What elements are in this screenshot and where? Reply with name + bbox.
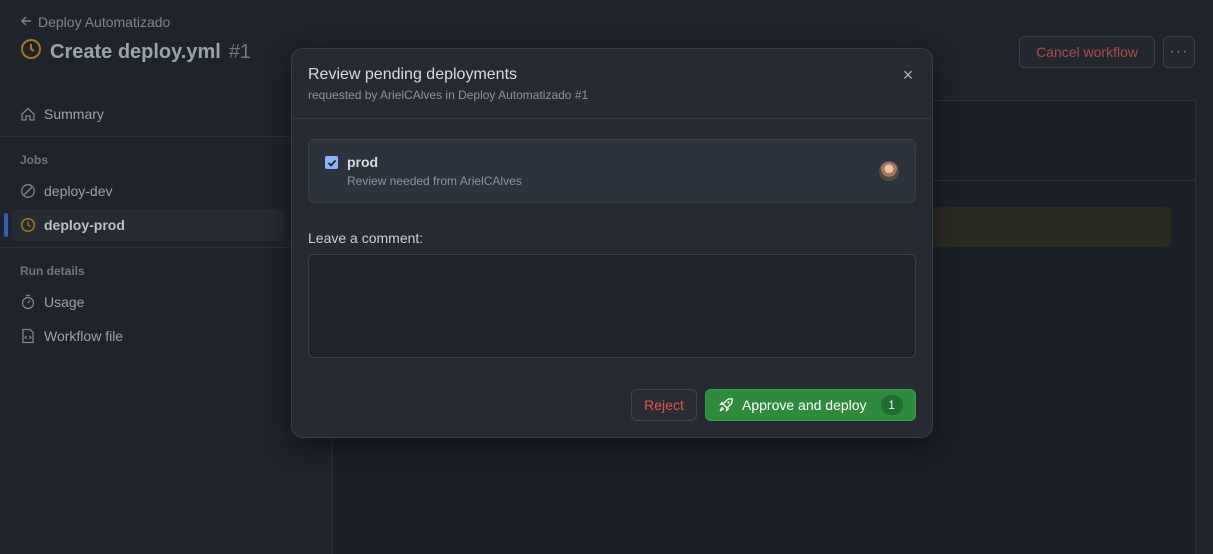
rocket-icon — [719, 398, 733, 412]
stopwatch-icon — [21, 294, 35, 310]
back-link-label: Deploy Automatizado — [38, 14, 171, 30]
reject-button[interactable]: Reject — [631, 389, 697, 421]
sidebar-item-label: Workflow file — [44, 328, 124, 344]
run-actions: Cancel workflow ··· — [1019, 36, 1195, 68]
review-deployments-dialog: Review pending deployments requested by … — [291, 48, 933, 438]
sidebar-item-workflow-file[interactable]: Workflow file — [12, 320, 284, 352]
sidebar-item-deploy-dev[interactable]: deploy-dev — [12, 175, 284, 207]
file-code-icon — [22, 328, 34, 344]
run-details-heading: Run details — [20, 264, 85, 278]
sidebar-item-deploy-prod[interactable]: deploy-prod — [4, 209, 284, 241]
approve-and-deploy-button[interactable]: Approve and deploy 1 — [705, 389, 916, 421]
environment-name: prod — [347, 154, 379, 170]
run-title-text: Create deploy.yml — [50, 40, 221, 63]
environment-option[interactable]: prod Review needed from ArielCAlves — [308, 139, 916, 203]
comment-label: Leave a comment: — [308, 230, 424, 246]
environment-checkbox[interactable] — [325, 156, 338, 169]
skipped-icon — [21, 184, 35, 198]
sidebar-item-label: deploy-dev — [44, 183, 113, 199]
sidebar-item-label: Usage — [44, 294, 85, 310]
back-link[interactable]: Deploy Automatizado — [20, 14, 170, 30]
clock-pending-icon — [20, 217, 36, 233]
run-sidebar: Summary Jobs deploy-dev deploy-prod Run … — [0, 96, 332, 354]
dialog-subtitle: requested by ArielCAlves in Deploy Autom… — [308, 88, 589, 102]
home-icon — [21, 107, 35, 121]
sidebar-item-label: deploy-prod — [44, 217, 125, 233]
cancel-workflow-button[interactable]: Cancel workflow — [1019, 36, 1155, 68]
close-icon[interactable]: × — [898, 65, 918, 85]
clock-pending-icon — [20, 38, 42, 66]
run-number: #1 — [228, 40, 252, 63]
arrow-left-icon — [20, 14, 32, 30]
comment-textarea[interactable] — [308, 254, 916, 358]
sidebar-item-usage[interactable]: Usage — [12, 286, 284, 318]
more-options-button[interactable]: ··· — [1163, 36, 1195, 68]
sidebar-item-label: Summary — [44, 106, 104, 122]
reviewer-avatar — [879, 161, 899, 181]
approve-label: Approve and deploy — [742, 397, 867, 413]
environment-description: Review needed from ArielCAlves — [347, 174, 522, 188]
jobs-heading: Jobs — [20, 153, 49, 167]
checkmark-icon — [327, 159, 336, 167]
sidebar-divider — [0, 136, 332, 137]
dialog-title: Review pending deployments — [308, 66, 518, 83]
approve-count-badge: 1 — [880, 395, 903, 415]
sidebar-item-summary[interactable]: Summary — [12, 98, 284, 130]
dialog-header: Review pending deployments requested by … — [292, 49, 932, 119]
sidebar-divider — [0, 247, 332, 248]
run-title: Create deploy.yml #1 — [20, 38, 251, 66]
